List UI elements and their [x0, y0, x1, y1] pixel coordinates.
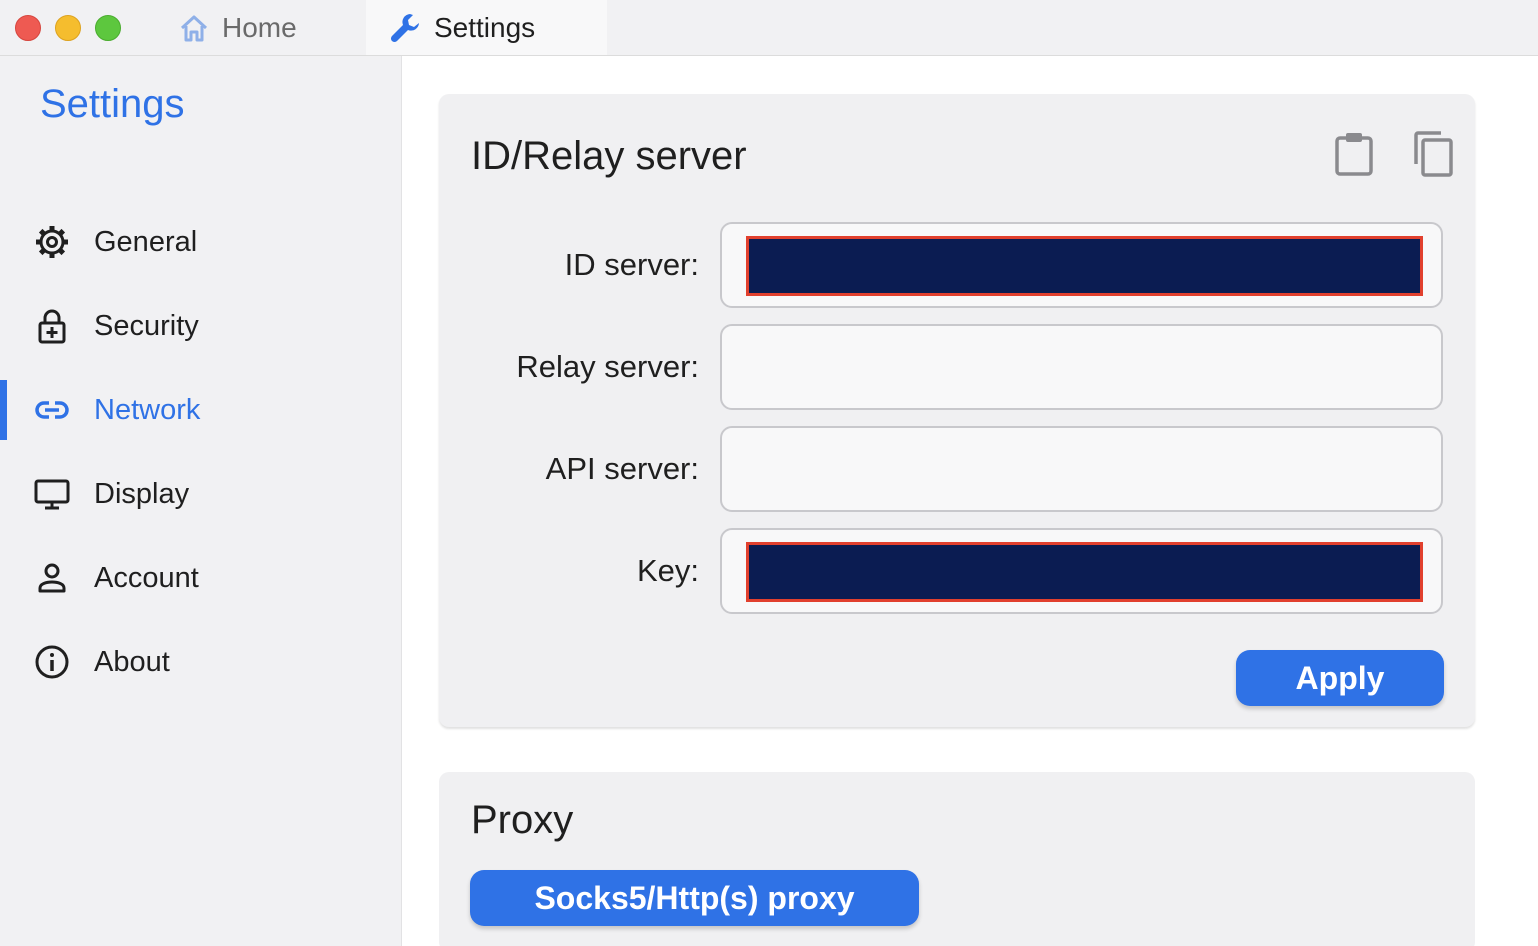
proxy-card: Proxy Socks5/Http(s) proxy [439, 772, 1475, 946]
redaction-box [746, 236, 1423, 296]
sidebar-item-display[interactable]: Display [0, 464, 401, 524]
tab-settings-label: Settings [434, 11, 536, 43]
sidebar-item-label: Security [94, 309, 199, 342]
window-minimize-button[interactable] [55, 15, 81, 41]
tab-home-label: Home [222, 11, 297, 43]
monitor-icon [34, 479, 70, 510]
wrench-icon [390, 13, 419, 42]
sidebar-item-label: General [94, 225, 198, 258]
copy-button[interactable] [1409, 128, 1457, 180]
gear-icon [36, 226, 68, 258]
sidebar-title: Settings [40, 82, 185, 126]
relay-server-card: ID/Relay server ID server: Relay server:… [439, 94, 1475, 727]
socks5-proxy-button[interactable]: Socks5/Http(s) proxy [470, 870, 919, 926]
tab-settings[interactable]: Settings [366, 0, 607, 55]
window-close-button[interactable] [15, 15, 41, 41]
sidebar-item-label: Display [94, 477, 190, 510]
clipboard-icon [1335, 133, 1373, 176]
sidebar-item-network[interactable]: Network [0, 380, 401, 440]
key-label: Key: [636, 553, 699, 588]
sidebar-item-general[interactable]: General [0, 212, 401, 272]
link-icon [35, 401, 69, 419]
redaction-box [746, 542, 1423, 602]
sidebar-item-account[interactable]: Account [0, 548, 401, 608]
id-server-label: ID server: [564, 247, 699, 282]
apply-button[interactable]: Apply [1236, 650, 1444, 706]
relay-server-label: Relay server: [516, 349, 699, 384]
person-icon [38, 563, 66, 593]
tab-home[interactable]: Home [150, 0, 366, 55]
sidebar-item-label: Network [94, 393, 201, 426]
api-server-label: API server: [545, 451, 699, 486]
sidebar-item-security[interactable]: Security [0, 296, 401, 356]
window-maximize-button[interactable] [95, 15, 121, 41]
proxy-card-title: Proxy [471, 798, 574, 842]
home-icon [180, 15, 208, 41]
sidebar-item-about[interactable]: About [0, 632, 401, 692]
sidebar-item-label: About [94, 645, 170, 678]
relay-card-title: ID/Relay server [471, 134, 747, 178]
sidebar: Settings General Security Network Displa… [0, 56, 402, 946]
copy-icon [1414, 131, 1453, 177]
api-server-input[interactable] [720, 426, 1443, 512]
id-server-input[interactable] [720, 222, 1443, 308]
lock-icon [38, 309, 66, 344]
relay-server-input[interactable] [720, 324, 1443, 410]
info-icon [35, 645, 69, 679]
key-input[interactable] [720, 528, 1443, 614]
paste-button[interactable] [1330, 128, 1378, 180]
sidebar-item-label: Account [94, 561, 199, 594]
title-bar: Home Settings [0, 0, 1538, 56]
